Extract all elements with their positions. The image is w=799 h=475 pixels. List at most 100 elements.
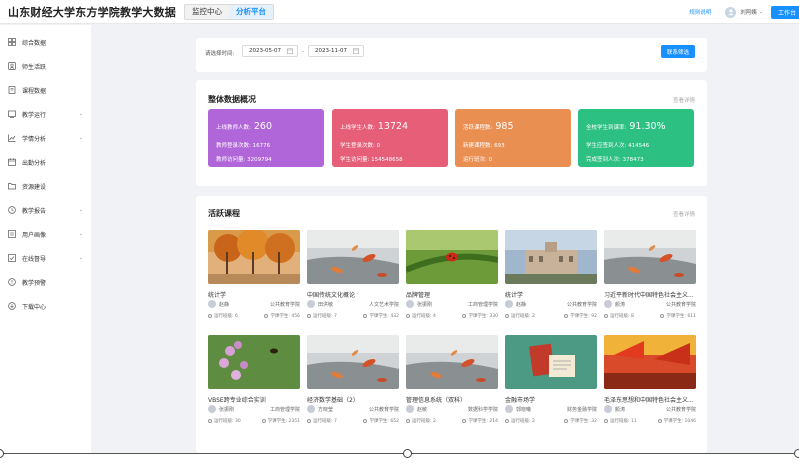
clock-icon	[505, 418, 509, 423]
workbench-button[interactable]: 工作台	[770, 5, 799, 19]
tab-monitor-center[interactable]: 监控中心	[185, 4, 229, 19]
sidebar-item-activity[interactable]: 师生活跃	[0, 58, 91, 74]
overview-card: 整体数据概况 查看详情 上线教师人数: 260 教师登录次数: 16776 教师访…	[196, 80, 707, 186]
person-icon	[462, 418, 467, 423]
students-label: 学课学生:	[570, 419, 590, 424]
course-thumbnail[interactable]	[505, 335, 597, 389]
stat-main-value: 91.30%	[629, 121, 666, 132]
run-classes-stat: 运行班级: 4	[406, 313, 436, 319]
course-card[interactable]: 中国传统文化概论 田洪敏 人文艺术学院 运行班级: 7 学课学生: 432	[307, 230, 399, 320]
person-icon	[261, 418, 266, 423]
courses-view-more[interactable]: 查看详情	[673, 210, 695, 218]
course-card[interactable]: 统计学 赵静 公共教育学院 运行班级: 2 学课学生: 92	[505, 230, 597, 320]
run-classes-value: 8	[630, 314, 634, 319]
sidebar-item-overview[interactable]: 综合数据	[0, 34, 91, 50]
course-card[interactable]: 金融市场学 郭晓曦 财务金融学院 运行班级: 2 学课学生: 32	[505, 335, 597, 425]
students-value: 2351	[288, 419, 300, 424]
courses-title: 活跃课程	[208, 209, 240, 218]
course-college: 工商管理学院	[269, 407, 300, 413]
stat-box-attendance[interactable]: 全校学生到课率: 91.30% 学生应签到人次: 414546 完成签到人次: 3…	[578, 109, 694, 167]
course-thumbnail[interactable]	[307, 335, 399, 389]
course-thumbnail[interactable]	[208, 335, 300, 389]
run-classes-stat: 运行班级: 30	[208, 418, 241, 424]
run-classes-label: 运行班级:	[313, 314, 333, 319]
sidebar-item-attendance[interactable]: 出勤分析	[0, 154, 91, 170]
sidebar-item-teaching-run[interactable]: 教学运行 ⌄	[0, 106, 91, 122]
students-label: 学课学生:	[270, 314, 290, 319]
sidebar-item-resources[interactable]: 资源建设	[0, 178, 91, 194]
run-classes-value: 30	[234, 419, 241, 424]
course-name[interactable]: 毛泽东思想和中国特色社会主义...	[604, 395, 696, 404]
sidebar-item-label: 综合数据	[22, 39, 47, 47]
course-stats: 运行班级: 8 学课学生: 611	[604, 313, 696, 319]
course-thumbnail[interactable]	[604, 230, 696, 284]
scroll-handle-center[interactable]	[403, 449, 412, 458]
sidebar-item-learning-analysis[interactable]: 学情分析 ⌄	[0, 130, 91, 146]
course-name[interactable]: 经济数学基础（2）	[307, 395, 399, 404]
sidebar-item-label: 出勤分析	[22, 159, 47, 167]
course-name[interactable]: 习近平新时代中国特色社会主义...	[604, 290, 696, 299]
run-classes-label: 运行班级:	[412, 314, 432, 319]
calendar-icon	[287, 48, 293, 54]
course-card[interactable]: 统计学 赵静 公共教育学院 运行班级: 6 学课学生: 456	[208, 230, 300, 320]
stat-sub-label: 新建课程数:	[463, 143, 493, 149]
course-card[interactable]: 品牌管理 张振刚 工商管理学院 运行班级: 4 学课学生: 330	[406, 230, 498, 320]
stat-box-teachers[interactable]: 上线教师人数: 260 教师登录次数: 16776 教师访问量: 3209794	[208, 109, 324, 167]
sidebar-item-online-supervision[interactable]: 在线督导 ⌄	[0, 250, 91, 266]
stat-box-students[interactable]: 上线学生人数: 13724 学生登录次数: 0 学生访问量: 154548658	[332, 109, 448, 167]
person-icon	[657, 418, 662, 423]
rules-link[interactable]: 规则说明	[689, 8, 711, 16]
overview-view-more[interactable]: 查看详情	[673, 96, 695, 104]
course-name[interactable]: 品牌管理	[406, 290, 498, 299]
sidebar-item-report[interactable]: 教学报告 ⌄	[0, 202, 91, 218]
end-date-input[interactable]: 2023-11-07	[308, 45, 364, 57]
sidebar-item-warning[interactable]: 教学预警	[0, 274, 91, 290]
course-name[interactable]: 金融市场学	[505, 395, 597, 404]
sidebar-item-label: 师生活跃	[22, 63, 47, 71]
sidebar-item-course-data[interactable]: 课程数据	[0, 82, 91, 98]
stat-sub-label: 教师访问量:	[216, 157, 246, 163]
course-thumbnail[interactable]	[307, 230, 399, 284]
calendar-icon	[353, 48, 359, 54]
course-thumbnail[interactable]	[406, 335, 498, 389]
filter-button[interactable]: 联系筛选	[660, 45, 695, 58]
course-teacher: 颜涛	[604, 405, 625, 413]
chevron-down-icon[interactable]: ⌄	[759, 9, 763, 15]
course-name[interactable]: 中国传统文化概论	[307, 290, 399, 299]
course-card[interactable]: 毛泽东思想和中国特色社会主义... 颜涛 公共教育学院 运行班级: 11 学课学生: 1…	[604, 335, 696, 425]
tab-analysis-platform[interactable]: 分析平台	[229, 4, 273, 19]
course-thumbnail[interactable]	[604, 335, 696, 389]
course-teacher: 赵敏	[406, 405, 427, 413]
stat-sub-value: 154548658	[371, 157, 403, 163]
course-card[interactable]: 经济数学基础（2） 方晓莹 公共教育学院 运行班级: 7 学课学生: 652	[307, 335, 399, 425]
sidebar-item-user-profile[interactable]: 用户画像 ⌄	[0, 226, 91, 242]
monitor-icon	[8, 254, 16, 262]
students-value: 1046	[684, 419, 696, 424]
user-name[interactable]: 刘阿姨	[740, 8, 757, 16]
teacher-avatar	[307, 405, 315, 413]
stat-sub-value: 3209794	[247, 157, 272, 163]
students-stat: 学课学生: 652	[363, 418, 399, 424]
course-name[interactable]: 管理信息系统（双科）	[406, 395, 498, 404]
course-card[interactable]: 管理信息系统（双科） 赵敏 数据科学学院 运行班级: 2 学课学生: 214	[406, 335, 498, 425]
scroll-handle-right[interactable]	[794, 449, 799, 458]
course-card[interactable]: VBSE跨专业综合实训 张振刚 工商管理学院 运行班级: 30 学课学生: 2351	[208, 335, 300, 425]
course-name[interactable]: 统计学	[505, 290, 597, 299]
stat-sub-label: 学生应签到人次:	[586, 143, 627, 149]
course-college: 公共教育学院	[665, 302, 696, 308]
stat-box-courses[interactable]: 活跃课程数: 985 新建课程数: 693 运行班次: 0	[455, 109, 571, 167]
course-card[interactable]: 习近平新时代中国特色社会主义... 颜涛 公共教育学院 运行班级: 8 学课学生: 61…	[604, 230, 696, 320]
course-name[interactable]: VBSE跨专业综合实训	[208, 395, 300, 404]
run-classes-stat: 运行班级: 7	[307, 418, 337, 424]
sidebar-item-download-center[interactable]: 下载中心	[0, 298, 91, 314]
course-name[interactable]: 统计学	[208, 290, 300, 299]
course-college: 人文艺术学院	[368, 302, 399, 308]
course-teacher: 张振刚	[406, 300, 432, 308]
students-value: 611	[687, 314, 696, 319]
course-thumbnail[interactable]	[505, 230, 597, 284]
user-avatar[interactable]	[725, 6, 737, 18]
stat-main-value: 13724	[377, 121, 409, 132]
course-thumbnail[interactable]	[208, 230, 300, 284]
course-thumbnail[interactable]	[406, 230, 498, 284]
start-date-input[interactable]: 2023-05-07	[242, 45, 298, 57]
